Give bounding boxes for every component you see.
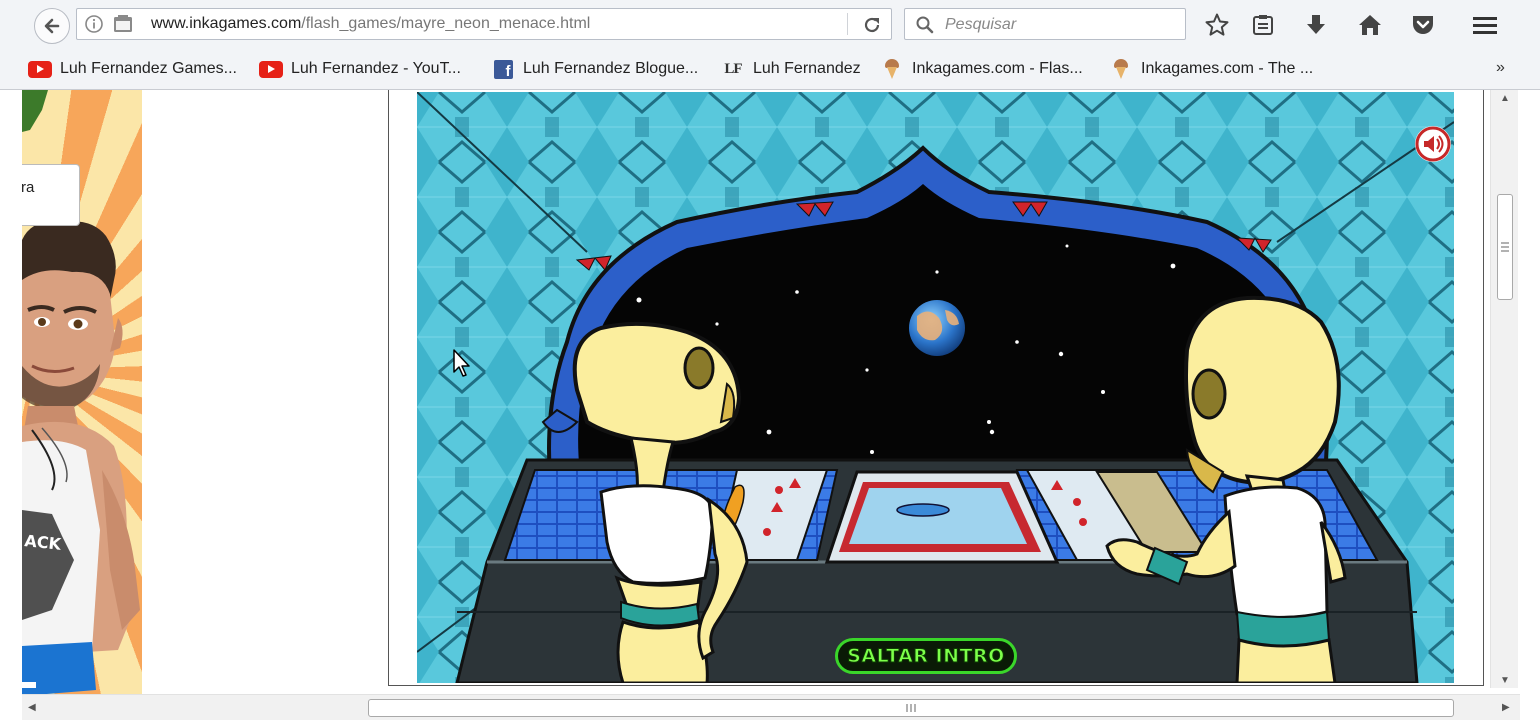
bookmarks-toolbar: Luh Fernandez Games... Luh Fernandez - Y…: [0, 50, 1540, 90]
hamburger-icon: [1473, 17, 1497, 34]
url-separator: [847, 13, 848, 35]
svg-text:ACK: ACK: [24, 531, 63, 554]
clipboard-icon: [1253, 15, 1273, 35]
youtube-icon: [259, 60, 283, 78]
back-button[interactable]: [34, 8, 70, 44]
page-content: ACK ra SALTAR INTRO ▲ ▼ ◀ ▶: [0, 90, 1540, 720]
scroll-left-arrow-icon[interactable]: ◀: [28, 703, 36, 713]
bookmarks-menu-button[interactable]: [1248, 10, 1278, 40]
facebook-icon: f: [493, 59, 513, 79]
game-scene: [417, 92, 1454, 683]
search-bar[interactable]: [904, 8, 1186, 40]
grip-icon: [906, 704, 916, 712]
bookmark-label: Luh Fernandez Blogue...: [523, 60, 699, 77]
search-icon: [916, 16, 934, 34]
bookmark-item[interactable]: Inkagames.com - The ...: [1109, 58, 1313, 80]
page-margin: [0, 90, 22, 700]
bookmark-item[interactable]: Inkagames.com - Flas...: [880, 58, 1083, 80]
home-icon: [1359, 15, 1381, 35]
bookmarks-overflow-button[interactable]: »: [1496, 59, 1505, 77]
bookmark-label: Inkagames.com - Flas...: [912, 60, 1083, 77]
ice-cream-icon: [1114, 59, 1128, 79]
ice-cream-icon: [885, 59, 899, 79]
game-frame: SALTAR INTRO: [388, 90, 1484, 686]
bookmark-star-button[interactable]: [1202, 10, 1232, 40]
vertical-scrollbar[interactable]: ▲ ▼: [1490, 90, 1518, 688]
horizontal-scrollbar[interactable]: ◀ ▶: [22, 694, 1520, 720]
bookmark-item[interactable]: LF Luh Fernandez: [721, 58, 861, 80]
url-text[interactable]: www.inkagames.com/flash_games/mayre_neon…: [151, 15, 590, 33]
side-advert[interactable]: ACK ra: [22, 90, 142, 696]
menu-button[interactable]: [1470, 10, 1500, 40]
home-button[interactable]: [1355, 10, 1385, 40]
scroll-up-arrow-icon[interactable]: ▲: [1500, 94, 1510, 104]
youtube-icon: [28, 60, 52, 78]
horizontal-scroll-thumb[interactable]: [368, 699, 1454, 717]
bookmark-item[interactable]: Luh Fernandez - YouT...: [259, 58, 461, 80]
sound-toggle-button[interactable]: [1415, 126, 1451, 162]
reload-icon[interactable]: [861, 14, 883, 36]
browser-toolbar: www.inkagames.com/flash_games/mayre_neon…: [0, 0, 1540, 50]
mouse-cursor-icon: [453, 349, 470, 377]
search-input[interactable]: [943, 13, 1177, 37]
scroll-right-arrow-icon[interactable]: ▶: [1502, 703, 1510, 713]
skip-intro-label: SALTAR INTRO: [847, 645, 1005, 668]
grip-icon: [1501, 242, 1509, 252]
downloads-button[interactable]: [1301, 10, 1331, 40]
info-icon[interactable]: [85, 15, 103, 33]
speaker-icon: [1415, 126, 1451, 162]
bookmark-label: Luh Fernandez: [753, 60, 861, 77]
lf-logo-icon: LF: [724, 60, 742, 77]
back-arrow-icon: [44, 18, 60, 34]
bookmark-label: Luh Fernandez - YouT...: [291, 60, 461, 77]
vertical-scroll-thumb[interactable]: [1497, 194, 1513, 300]
address-bar[interactable]: www.inkagames.com/flash_games/mayre_neon…: [76, 8, 892, 40]
bookmark-label: Inkagames.com - The ...: [1141, 60, 1314, 77]
ad-speech-bubble: ra: [22, 164, 80, 226]
skip-intro-button[interactable]: SALTAR INTRO: [835, 638, 1017, 674]
flash-game-canvas[interactable]: SALTAR INTRO: [417, 92, 1454, 683]
bookmark-item[interactable]: f Luh Fernandez Blogue...: [491, 58, 698, 80]
pocket-icon: [1413, 16, 1433, 34]
bookmark-label: Luh Fernandez Games...: [60, 60, 237, 77]
scroll-down-arrow-icon[interactable]: ▼: [1500, 676, 1510, 686]
pocket-button[interactable]: [1408, 10, 1438, 40]
page-icon: [114, 15, 132, 32]
download-arrow-icon: [1307, 15, 1325, 34]
star-icon: [1205, 13, 1229, 36]
bookmark-item[interactable]: Luh Fernandez Games...: [28, 58, 237, 80]
